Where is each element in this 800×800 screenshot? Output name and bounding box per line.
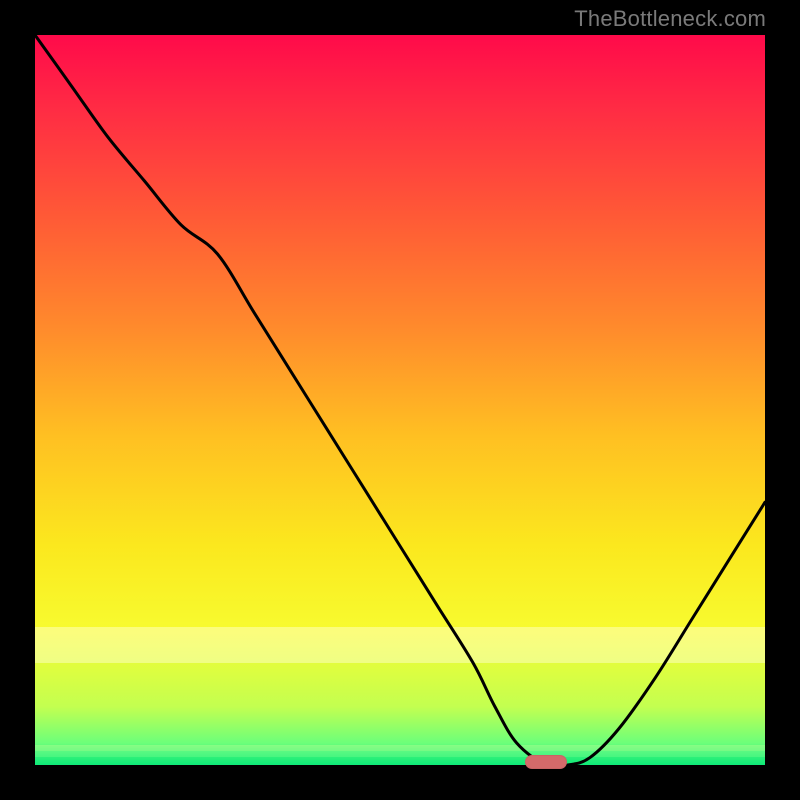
bottleneck-curve xyxy=(35,35,765,765)
optimum-marker xyxy=(525,755,567,769)
gradient-band xyxy=(35,751,765,757)
gradient-band xyxy=(35,627,765,663)
gradient-band xyxy=(35,757,765,765)
chart-frame: TheBottleneck.com xyxy=(0,0,800,800)
gradient-band xyxy=(35,745,765,751)
plot-area xyxy=(35,35,765,765)
curve-path xyxy=(35,35,765,765)
watermark-text: TheBottleneck.com xyxy=(574,6,766,32)
